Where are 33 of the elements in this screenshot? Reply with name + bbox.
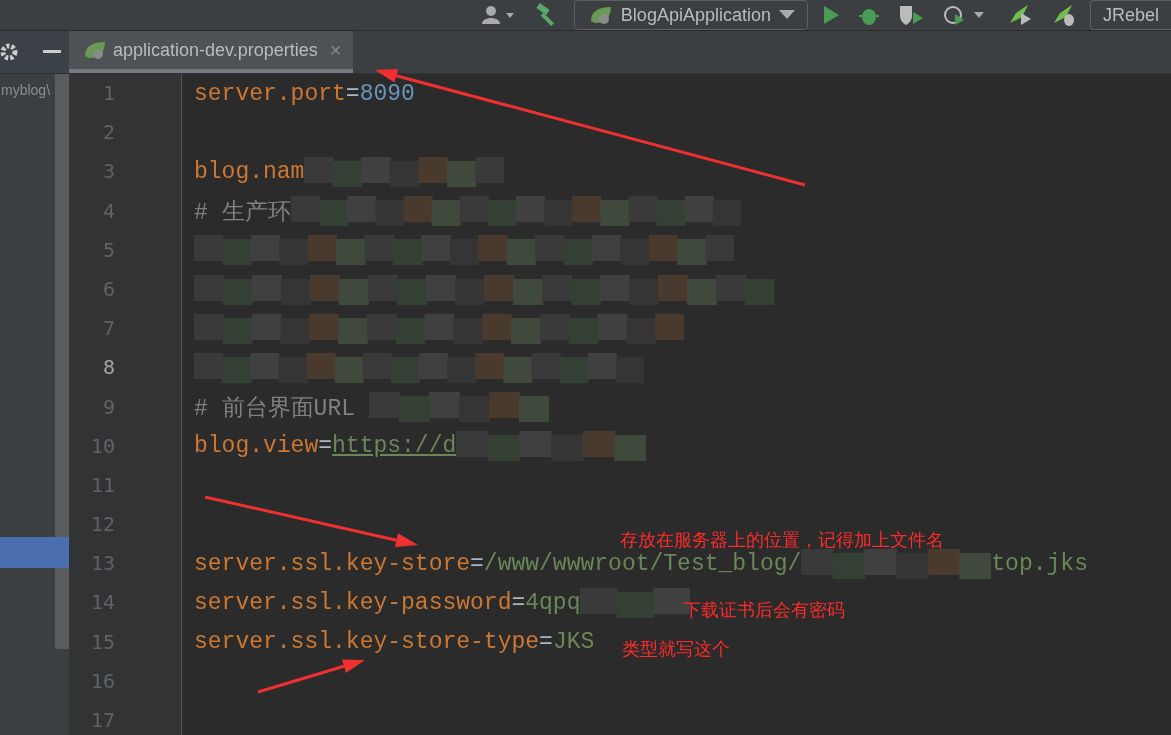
property-value: top.jks — [991, 550, 1088, 577]
scrollbar[interactable] — [55, 74, 69, 649]
property-key: blog.nam — [194, 158, 305, 185]
editor-tab[interactable]: application-dev.properties × — [69, 31, 354, 73]
project-path: myblog\ — [1, 82, 52, 98]
property-value: 4qpq — [525, 590, 581, 617]
equals-sign: = — [511, 590, 526, 617]
equals-sign: = — [470, 550, 484, 577]
code-comment: # 前台界面URL — [194, 394, 356, 423]
spring-icon — [588, 5, 613, 25]
annotation-text: 类型就写这个 — [622, 638, 730, 661]
property-value: /www/wwwroot/Test_blog/ — [483, 550, 802, 577]
property-key: server.port — [194, 80, 346, 107]
property-value: 8090 — [359, 80, 415, 107]
annotation-text: 下载证书后会有密码 — [683, 599, 845, 622]
property-key: server.ssl.key-store — [194, 550, 471, 577]
settings-icon[interactable] — [0, 43, 18, 61]
equals-sign: = — [318, 433, 333, 460]
code-comment: # 生产环 — [194, 198, 291, 227]
run-configuration-dropdown[interactable]: BlogApiApplication — [573, 0, 808, 30]
property-key: server.ssl.key-store-type — [194, 629, 540, 656]
property-key: server.ssl.key-password — [194, 590, 512, 617]
property-key: blog.view — [194, 433, 319, 460]
property-value: JKS — [552, 629, 595, 656]
jrebel-button[interactable]: JRebel — [1089, 0, 1171, 30]
annotation-text: 存放在服务器上的位置，记得加上文件名 — [620, 529, 944, 552]
equals-sign: = — [539, 629, 553, 656]
caret-icon — [778, 10, 795, 20]
equals-sign: = — [345, 80, 360, 107]
line-number: 8 — [101, 354, 116, 382]
url-value: https://d — [332, 433, 457, 460]
spring-icon — [83, 40, 107, 60]
minimize-icon[interactable] — [43, 50, 61, 54]
